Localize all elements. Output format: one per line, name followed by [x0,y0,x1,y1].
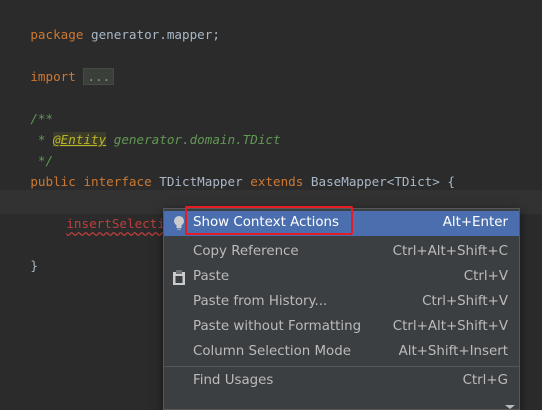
code-line-doc-open[interactable]: /** [0,87,53,126]
code-line-doc-entity[interactable]: * @Entity generator.domain.TDict [0,108,281,147]
menu-item-find-usages[interactable]: Find Usages Ctrl+G [164,369,519,394]
code-line-interface[interactable]: public interface TDictMapper extends Bas… [0,150,455,189]
code-line-import[interactable]: import ... [0,45,115,85]
code-line-doc-close[interactable]: */ [0,129,53,168]
menu-scroll-down-icon[interactable] [505,405,515,409]
code-line-method[interactable]: insertSelective [36,192,180,231]
entity-annotation: @Entity [53,132,107,147]
annotation-highlight-box [185,206,353,235]
code-line-close-brace[interactable]: } [0,234,38,273]
menu-item-paste-from-history[interactable]: Paste from History... Ctrl+Shift+V [164,290,519,315]
folded-imports[interactable]: ... [83,68,115,85]
menu-separator [164,366,519,367]
menu-item-copy-reference[interactable]: Copy Reference Ctrl+Alt+Shift+C [164,240,519,265]
menu-item-column-selection-mode[interactable]: Column Selection Mode Alt+Shift+Insert [164,340,519,365]
menu-item-paste[interactable]: Paste Ctrl+V [164,265,519,290]
menu-item-paste-without-formatting[interactable]: Paste without Formatting Ctrl+Alt+Shift+… [164,315,519,340]
context-menu: Show Context Actions Alt+Enter Copy Refe… [163,208,520,410]
code-line-package[interactable]: package generator.mapper; [0,3,220,42]
clipboard-icon [171,269,187,286]
